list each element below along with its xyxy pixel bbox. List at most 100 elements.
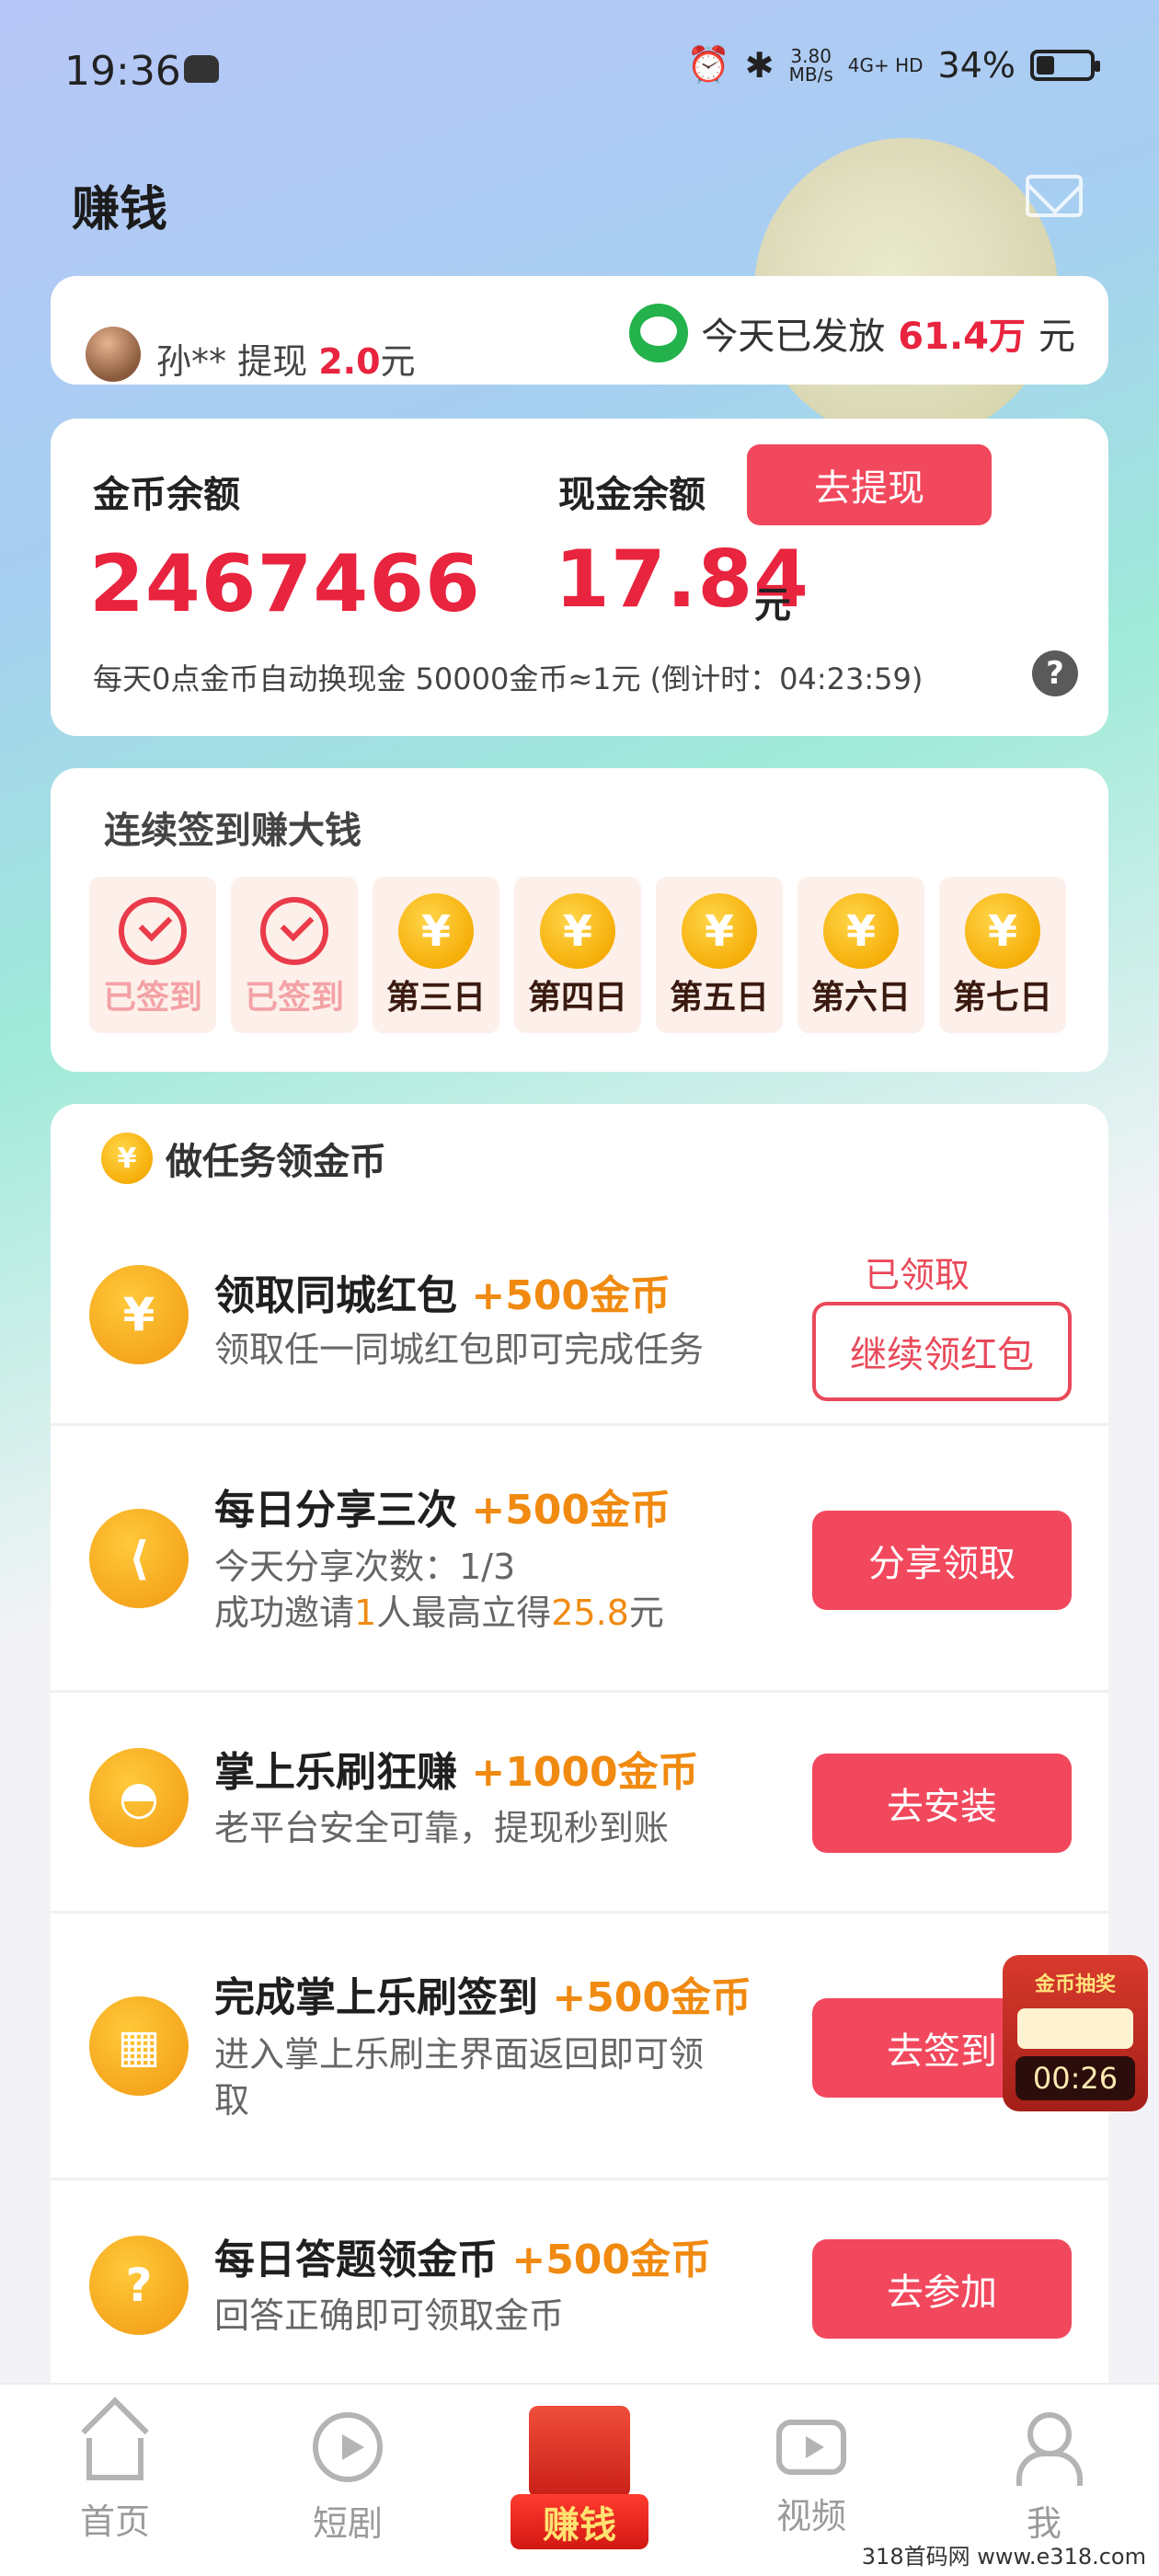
- day-label: 已签到: [102, 979, 202, 1017]
- task-desc: 领取任一同城红包即可完成任务: [214, 1329, 705, 1370]
- bluetooth-icon: ✱: [744, 44, 775, 86]
- balance-card: 金币余额 2467466 现金余额 去提现 17.84 元 每天0点金币自动换现…: [51, 419, 1108, 736]
- task-reward: +500金币: [471, 1272, 671, 1319]
- battery-fill: [1037, 55, 1055, 75]
- day-label: 已签到: [244, 979, 344, 1017]
- share-claim-button[interactable]: 分享领取: [812, 1511, 1072, 1610]
- join-quiz-button[interactable]: 去参加: [812, 2239, 1072, 2339]
- nav-label: 短剧: [312, 2503, 383, 2544]
- task-row: ⟨ 每日分享三次 +500金币 今天分享次数：1/3 成功邀请1人最高立得25.…: [51, 1426, 1108, 1693]
- checkin-day-2[interactable]: 已签到: [231, 877, 358, 1033]
- avatar: [86, 327, 141, 382]
- video-icon: [776, 2420, 846, 2475]
- coin-balance-label: 金币余额: [93, 474, 240, 516]
- task-desc-line: 进入掌上乐刷主界面返回即可领: [214, 2034, 705, 2075]
- battery-percent: 34%: [937, 44, 1016, 86]
- coin-balance-value: 2467466: [89, 538, 481, 630]
- checkmark-icon: [260, 897, 328, 965]
- today-payout-unit: 元: [1039, 316, 1075, 358]
- install-button[interactable]: 去安装: [812, 1754, 1072, 1853]
- checkin-days: 已签到 已签到 ¥ 第三日 ¥ 第四日 ¥ 第五日 ¥ 第六日 ¥ 第七日: [89, 877, 1066, 1033]
- invite-text: 成功邀请: [214, 1593, 355, 1633]
- share-icon: ⟨: [89, 1509, 189, 1608]
- share-count: 今天分享次数：1/3: [214, 1547, 516, 1587]
- yuan-coin-icon: ¥: [823, 893, 899, 969]
- mail-icon[interactable]: [1026, 175, 1083, 217]
- lottery-label: 金币抽奖: [1034, 1973, 1116, 1996]
- lottery-slots: [1017, 2008, 1133, 2049]
- notice-action: 提现: [237, 341, 308, 382]
- task-list-card: ¥ 做任务领金币 ¥ 领取同城红包 +500金币 领取任一同城红包即可完成任务 …: [51, 1104, 1108, 2392]
- red-packet-coin-icon: ¥: [89, 1265, 189, 1364]
- task-title-text: 领取同城红包: [214, 1272, 457, 1319]
- quiz-icon: ?: [89, 2236, 189, 2335]
- yuan-coin-icon: ¥: [965, 893, 1040, 969]
- home-icon: [81, 2397, 149, 2480]
- task-desc-line: 取: [214, 2080, 250, 2121]
- task-title: 领取同城红包 +500金币: [214, 1262, 671, 1321]
- task-desc: 老平台安全可靠，提现秒到账: [214, 1808, 670, 1848]
- nav-label: 首页: [79, 2501, 150, 2542]
- invite-reward: 成功邀请1人最高立得25.8元: [214, 1590, 664, 1636]
- task-reward: +500金币: [552, 1974, 752, 2021]
- battery-icon: [1030, 49, 1100, 81]
- task-reward: +500金币: [471, 1487, 671, 1534]
- android-icon: ◓: [89, 1748, 189, 1847]
- checkin-day-1[interactable]: 已签到: [89, 877, 216, 1033]
- task-list-title: 做任务领金币: [166, 1141, 386, 1183]
- calendar-icon: ▦: [89, 1996, 189, 2096]
- checkin-title: 连续签到赚大钱: [104, 810, 361, 852]
- withdraw-notice-banner: 孙** 提现 2.0元 今天已发放 61.4万元: [51, 276, 1108, 385]
- yuan-coin-icon: ¥: [540, 893, 615, 969]
- help-icon[interactable]: ?: [1032, 650, 1078, 696]
- task-title: 每日分享三次 +500金币: [214, 1477, 671, 1535]
- task-row: ▦ 完成掌上乐刷签到 +500金币 进入掌上乐刷主界面返回即可领 取 去签到: [51, 1914, 1108, 2180]
- task-title-text: 掌上乐刷狂赚: [214, 1749, 457, 1796]
- checkin-day-6[interactable]: ¥ 第六日: [798, 877, 924, 1033]
- task-desc: 今天分享次数：1/3 成功邀请1人最高立得25.8元: [214, 1544, 664, 1636]
- checkin-card: 连续签到赚大钱 已签到 已签到 ¥ 第三日 ¥ 第四日 ¥ 第五日 ¥ 第六日 ¥ 第七日: [51, 768, 1108, 1072]
- task-title-text: 完成掌上乐刷签到: [214, 1974, 538, 2021]
- task-desc: 进入掌上乐刷主界面返回即可领 取: [214, 2031, 704, 2123]
- status-bar: 19:36 ⏰ ✱ 3.80 MB/s 4G+ HD 34%: [0, 0, 1159, 138]
- signal-label: 4G+ HD: [847, 53, 924, 76]
- cash-unit: 元: [754, 584, 791, 627]
- nav-earn-label: 赚钱: [511, 2494, 648, 2549]
- task-title: 完成掌上乐刷签到 +500金币: [214, 1964, 752, 2023]
- notice-amount: 2.0: [318, 341, 381, 382]
- invite-text: 人最高立得: [376, 1593, 552, 1633]
- nav-label: 视频: [775, 2496, 846, 2536]
- withdraw-button[interactable]: 去提现: [747, 444, 992, 525]
- checkin-day-4[interactable]: ¥ 第四日: [514, 877, 641, 1033]
- invite-unit: 元: [628, 1593, 664, 1633]
- status-indicators: ⏰ ✱ 3.80 MB/s 4G+ HD 34%: [686, 44, 1100, 86]
- day-label: 第七日: [952, 979, 1052, 1017]
- invite-amount: 25.8: [551, 1593, 629, 1633]
- task-row: ? 每日答题领金币 +500金币 回答正确即可领取金币 去参加: [51, 2180, 1108, 2392]
- red-packet-icon: [529, 2406, 630, 2498]
- coin-lottery-widget[interactable]: 金币抽奖 00:26: [1003, 1955, 1148, 2111]
- nav-video[interactable]: 视频: [719, 2412, 903, 2538]
- notification-icon: [184, 55, 219, 83]
- play-icon: [313, 2412, 383, 2482]
- network-speed: 3.80 MB/s: [789, 47, 833, 84]
- yuan-coin-icon: ¥: [398, 893, 474, 969]
- checkin-day-5[interactable]: ¥ 第五日: [656, 877, 783, 1033]
- continue-red-packet-button[interactable]: 继续领红包: [812, 1302, 1072, 1401]
- day-label: 第六日: [810, 979, 911, 1017]
- task-row: ¥ 领取同城红包 +500金币 领取任一同城红包即可完成任务 已领取 继续领红包: [51, 1205, 1108, 1426]
- day-label: 第五日: [669, 979, 769, 1017]
- nav-short-drama[interactable]: 短剧: [256, 2412, 440, 2546]
- alarm-icon: ⏰: [686, 44, 730, 85]
- page-title: 赚钱: [72, 182, 168, 237]
- task-title-text: 每日分享三次: [214, 1487, 457, 1534]
- nav-me[interactable]: 我: [952, 2412, 1136, 2546]
- today-payout-amount: 61.4万: [898, 316, 1026, 358]
- checkin-day-3[interactable]: ¥ 第三日: [373, 877, 499, 1033]
- task-reward: +1000金币: [471, 1749, 699, 1796]
- nav-home[interactable]: 首页: [23, 2397, 207, 2544]
- task-row: ◓ 掌上乐刷狂赚 +1000金币 老平台安全可靠，提现秒到账 去安装: [51, 1693, 1108, 1914]
- checkin-day-7[interactable]: ¥ 第七日: [939, 877, 1066, 1033]
- notice-unit: 元: [380, 341, 416, 382]
- nav-earn[interactable]: 赚钱: [511, 2406, 648, 2562]
